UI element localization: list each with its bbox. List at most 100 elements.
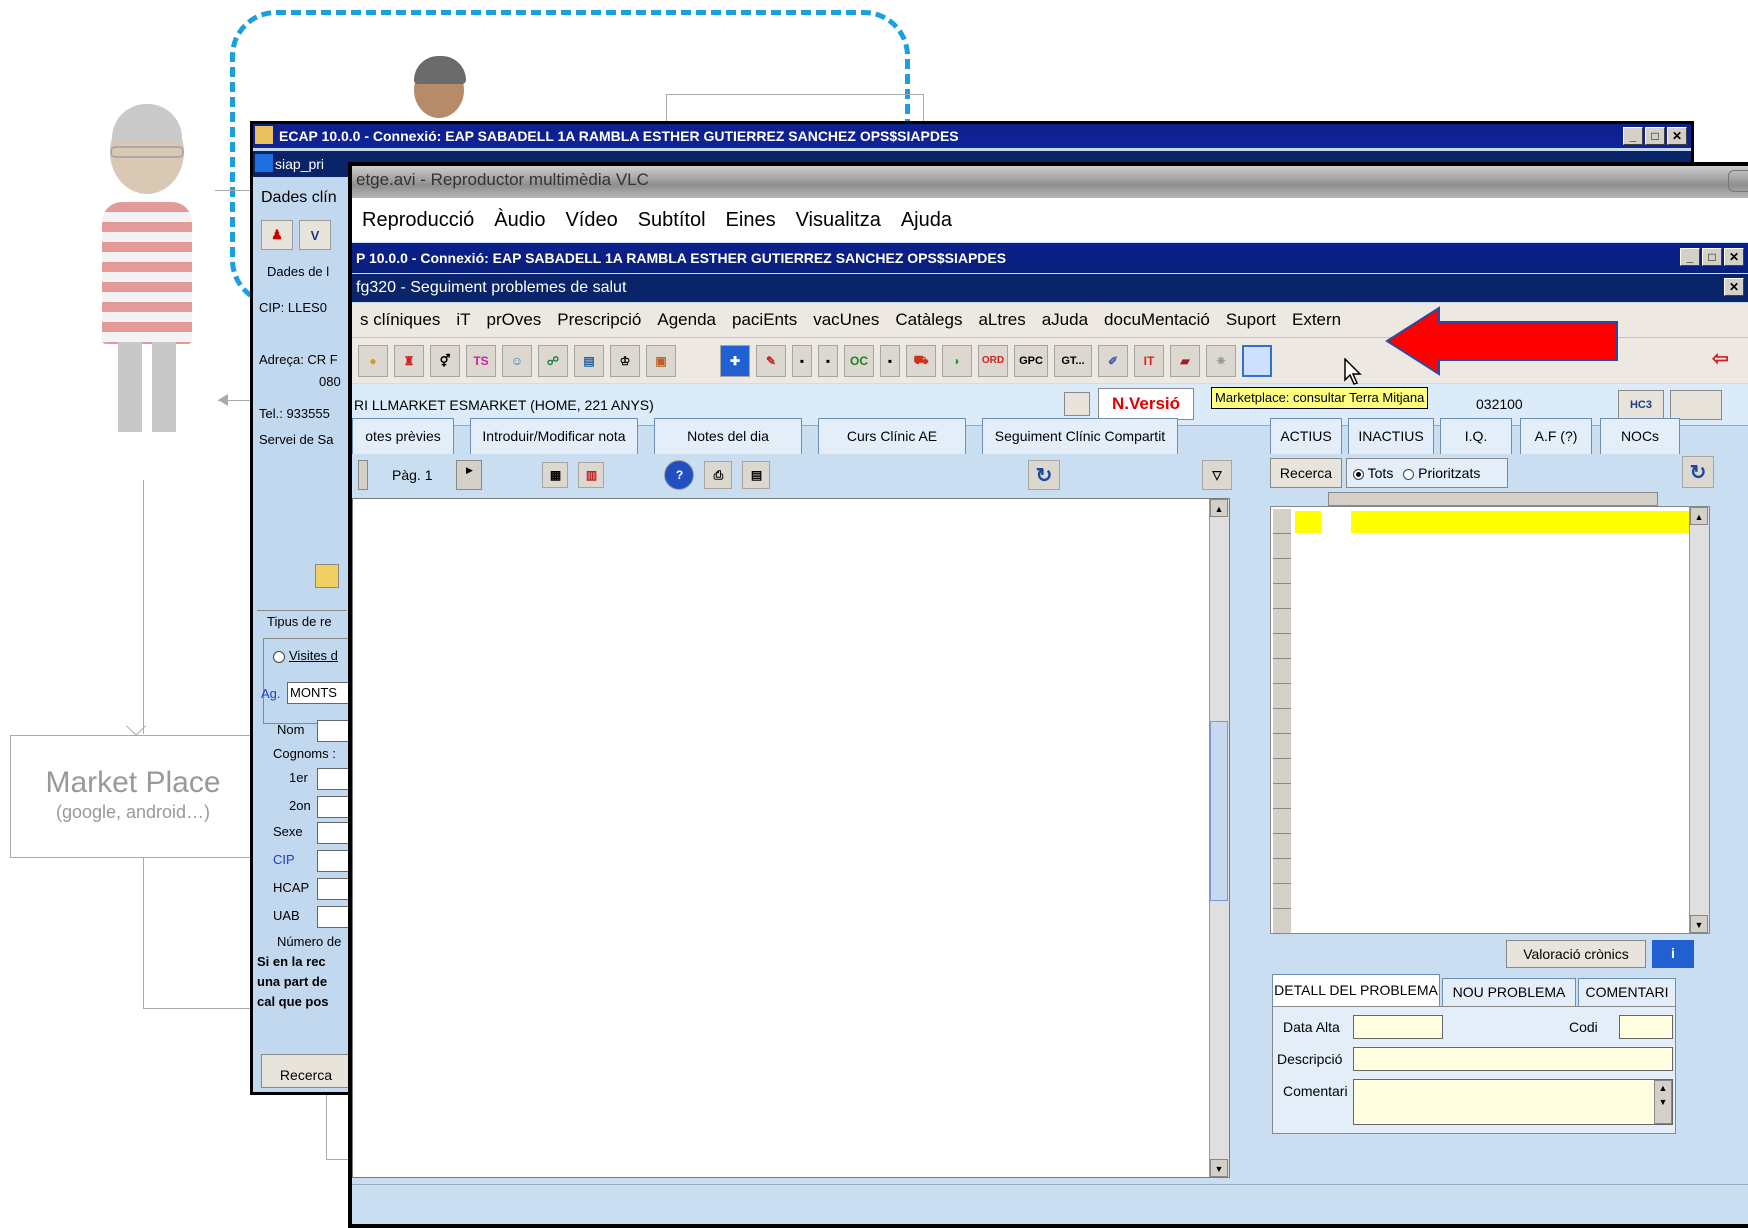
alert-icon[interactable]: ♜ [394, 344, 424, 377]
gender-icon[interactable]: ⚥ [430, 344, 460, 377]
exit-icon[interactable]: ⇦ [1712, 346, 1740, 374]
user-icon[interactable]: ● [358, 344, 388, 377]
menu-it[interactable]: iT [448, 310, 478, 330]
sub-close[interactable]: ✕ [1724, 278, 1744, 296]
tots-radio[interactable]: Tots [1353, 465, 1393, 481]
oc-button[interactable]: OC [844, 344, 874, 377]
highlighted-row[interactable] [1351, 511, 1689, 533]
menu-suport[interactable]: Suport [1218, 310, 1284, 330]
note-icon[interactable] [315, 564, 339, 588]
clipboard-icon[interactable]: ▤ [574, 344, 604, 377]
family-icon[interactable] [1670, 390, 1722, 420]
vlc-menu-eines[interactable]: Eines [716, 209, 786, 232]
notes-scrollbar[interactable]: ▲ ▼ [1209, 499, 1229, 1177]
minimize-button[interactable]: _ [1623, 127, 1643, 145]
vlc-menu-visualitza[interactable]: Visualitza [786, 209, 891, 232]
medical-cross-icon[interactable]: ✚ [720, 344, 750, 377]
tab-inactius[interactable]: INACTIUS [1348, 418, 1434, 454]
gear-icon[interactable]: ✷ [1206, 344, 1236, 377]
menu-catalegs[interactable]: Catàlegs [887, 310, 970, 330]
menu-pacients[interactable]: paciEnts [724, 310, 805, 330]
group-icon[interactable]: ☍ [538, 344, 568, 377]
gpc-button[interactable]: GPC [1014, 344, 1048, 377]
help-icon[interactable]: ? [664, 460, 695, 490]
vg-icon[interactable]: V [299, 220, 331, 250]
vlc-menu-reproduccio[interactable]: Reproducció [352, 209, 484, 232]
prev-page-button[interactable] [358, 460, 368, 490]
filter-icon[interactable]: ▽ [1202, 460, 1232, 490]
tab-iq[interactable]: I.Q. [1440, 418, 1512, 454]
tab-notes-dia[interactable]: Notes del dia [654, 418, 802, 454]
nversio-button[interactable]: N.Versió [1098, 388, 1194, 420]
calendar-icon[interactable] [1064, 392, 1090, 416]
valoracio-button[interactable]: Valoració crònics [1506, 940, 1646, 968]
visites-radio[interactable]: Visites d [273, 648, 338, 663]
pipette-icon[interactable]: ✐ [1098, 344, 1128, 377]
vlc-menu-audio[interactable]: Àudio [484, 209, 555, 232]
prioritzats-radio[interactable]: Prioritzats [1403, 465, 1480, 481]
menu-dades-cliniques[interactable]: s clíniques [352, 310, 448, 330]
problems-list[interactable]: ▲ ▼ [1270, 506, 1710, 934]
book-icon[interactable]: ▰ [1170, 344, 1200, 377]
notes-text-area[interactable]: ▲ ▼ [352, 498, 1230, 1178]
refresh-problems-icon[interactable]: ↻ [1682, 456, 1714, 488]
comentari-field[interactable]: ▲ ▼ [1353, 1079, 1673, 1125]
tab-curs-clinic[interactable]: Curs Clínic AE [818, 418, 966, 454]
vlc-close[interactable] [1728, 170, 1748, 192]
vlc-menu-video[interactable]: Vídeo [555, 209, 627, 232]
tab-seguiment-compartit[interactable]: Seguiment Clínic Compartit [982, 418, 1178, 454]
small-icon-3[interactable]: ▪ [880, 344, 900, 377]
printer-icon[interactable]: ⎙ [704, 461, 733, 489]
back-menu-dades[interactable]: Dades clín [253, 184, 337, 212]
preview-icon[interactable]: ▦ [542, 462, 569, 488]
close-button[interactable]: ✕ [1667, 127, 1687, 145]
person-icon[interactable]: ♟ [261, 220, 293, 250]
ts-button[interactable]: TS [466, 344, 496, 377]
recerca-back-button[interactable]: Recerca [261, 1054, 351, 1088]
tab-introduir-nota[interactable]: Introduir/Modificar nota [470, 418, 638, 454]
vlc-menu-ajuda[interactable]: Ajuda [891, 209, 962, 232]
it-button[interactable]: IT [1134, 344, 1164, 377]
ord-button[interactable]: ORD [978, 344, 1008, 377]
syringe-icon[interactable]: ✎ [756, 344, 786, 377]
menu-documentacio[interactable]: docuMentació [1096, 310, 1218, 330]
codi-field[interactable] [1619, 1015, 1673, 1039]
recerca-button[interactable]: Recerca [1270, 458, 1342, 488]
small-icon-1[interactable]: ▪ [792, 344, 812, 377]
ecap-close[interactable]: ✕ [1724, 248, 1744, 266]
tab-af[interactable]: A.F (?) [1520, 418, 1592, 454]
ag-field[interactable]: MONTS [287, 682, 351, 704]
marketplace-icon[interactable] [1242, 344, 1272, 377]
print-icon[interactable]: ▥ [578, 462, 605, 488]
menu-ajuda[interactable]: aJuda [1034, 310, 1096, 330]
hc3-button[interactable]: HC3 [1618, 390, 1664, 420]
refresh-icon[interactable]: ↻ [1028, 460, 1060, 490]
menu-altres[interactable]: aLtres [970, 310, 1033, 330]
ecap-minimize[interactable]: _ [1680, 248, 1700, 266]
tab-detall-problema[interactable]: DETALL DEL PROBLEMA [1272, 974, 1440, 1006]
doctor-icon[interactable]: ♔ [610, 344, 640, 377]
tab-notes-previes[interactable]: otes prèvies [352, 418, 454, 454]
highlighted-row-cell[interactable] [1295, 511, 1321, 533]
data-alta-field[interactable] [1353, 1015, 1443, 1039]
maximize-button[interactable]: □ [1645, 127, 1665, 145]
menu-prescripcio[interactable]: Prescripció [549, 310, 649, 330]
tab-actius[interactable]: ACTIUS [1270, 418, 1342, 454]
export-icon[interactable]: ▤ [742, 461, 771, 489]
small-icon-2[interactable]: ▪ [818, 344, 838, 377]
vlc-menu-subtitol[interactable]: Subtítol [628, 209, 716, 232]
gt-button[interactable]: GT... [1054, 344, 1092, 377]
tab-nocs[interactable]: NOCs [1600, 418, 1680, 454]
menu-vacunes[interactable]: vacUnes [805, 310, 887, 330]
tab-comentari[interactable]: COMENTARI [1578, 978, 1676, 1006]
tab-nou-problema[interactable]: NOU PROBLEMA [1442, 978, 1576, 1006]
menu-extern[interactable]: Extern [1284, 310, 1349, 330]
info-button[interactable]: i [1652, 940, 1694, 968]
problems-scrollbar[interactable]: ▲ ▼ [1689, 507, 1709, 933]
ambulance-icon[interactable]: ⛟ [906, 344, 936, 377]
menu-proves[interactable]: prOves [479, 310, 550, 330]
next-page-button[interactable]: ▶ [456, 460, 483, 490]
pill-icon[interactable]: ◗ [942, 344, 972, 377]
menu-agenda[interactable]: Agenda [649, 310, 724, 330]
ecap-maximize[interactable]: □ [1702, 248, 1722, 266]
